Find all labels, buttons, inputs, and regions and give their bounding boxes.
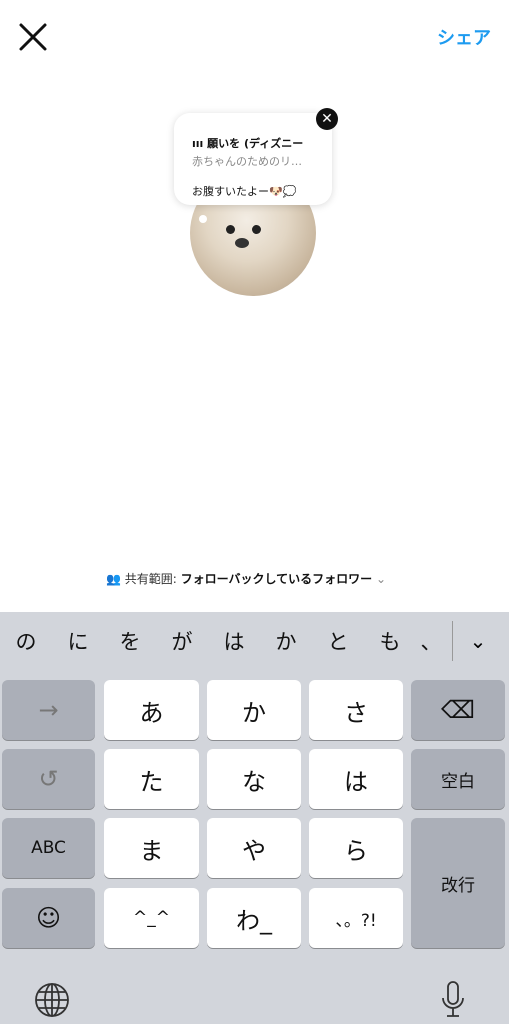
undo-icon: ↺: [38, 765, 59, 793]
candidate[interactable]: は: [208, 626, 260, 656]
emoji-icon: ☺: [35, 904, 62, 932]
emoji-key[interactable]: ☺: [2, 888, 95, 948]
undo-key[interactable]: ↺: [2, 749, 95, 809]
backspace-icon: ⌫: [441, 696, 475, 724]
key-ta[interactable]: た: [104, 749, 199, 809]
candidate[interactable]: も: [364, 626, 416, 656]
key-ya[interactable]: や: [207, 818, 301, 878]
key-na[interactable]: な: [207, 749, 301, 809]
candidate[interactable]: か: [260, 626, 312, 656]
key-sa[interactable]: さ: [309, 680, 403, 740]
music-icon: ııı: [192, 137, 208, 150]
candidate-bar: の に を が は か と も 、 ⌄: [0, 612, 509, 670]
abc-key[interactable]: ABC: [2, 818, 95, 878]
music-title: 願いを (ディズニー: [207, 137, 304, 150]
key-ra[interactable]: ら: [309, 818, 403, 878]
microphone-icon[interactable]: [440, 980, 466, 1020]
note-text: お腹すいたよー🐶💭: [192, 185, 297, 198]
audience-label: 共有範囲:: [124, 572, 177, 586]
candidate[interactable]: 、: [416, 626, 446, 656]
music-artist: 赤ちゃんのためのリ…: [192, 155, 302, 168]
key-ka[interactable]: か: [207, 680, 301, 740]
chevron-down-icon[interactable]: ⌄: [453, 629, 503, 653]
bubble-tail: [199, 215, 207, 223]
key-ha[interactable]: は: [309, 749, 403, 809]
key-punctuation[interactable]: 、。?!: [309, 888, 403, 948]
candidate[interactable]: と: [312, 626, 364, 656]
audience-selector[interactable]: 👥 共有範囲: フォローバックしているフォロワー ⌄: [106, 570, 386, 587]
candidate[interactable]: が: [156, 626, 208, 656]
candidate[interactable]: を: [104, 626, 156, 656]
candidate[interactable]: の: [0, 626, 52, 656]
people-icon: 👥: [106, 572, 121, 586]
chevron-down-icon: ⌄: [376, 572, 387, 586]
remove-note-button[interactable]: ✕: [316, 108, 338, 130]
key-ma[interactable]: ま: [104, 818, 199, 878]
note-bubble[interactable]: ııı 願いを (ディズニー 赤ちゃんのためのリ… お腹すいたよー🐶💭: [174, 113, 332, 205]
space-key[interactable]: 空白: [411, 749, 505, 809]
globe-icon[interactable]: [34, 982, 70, 1018]
key-arrow[interactable]: →: [2, 680, 95, 740]
backspace-key[interactable]: ⌫: [411, 680, 505, 740]
key-kaomoji[interactable]: ^_^: [104, 888, 199, 948]
candidate[interactable]: に: [52, 626, 104, 656]
audience-value: フォローバックしているフォロワー: [180, 572, 373, 586]
close-icon[interactable]: [16, 20, 50, 54]
enter-key[interactable]: 改行: [411, 818, 505, 948]
share-button[interactable]: シェア: [437, 24, 491, 50]
key-a[interactable]: あ: [104, 680, 199, 740]
key-wa[interactable]: わ_: [207, 888, 301, 948]
